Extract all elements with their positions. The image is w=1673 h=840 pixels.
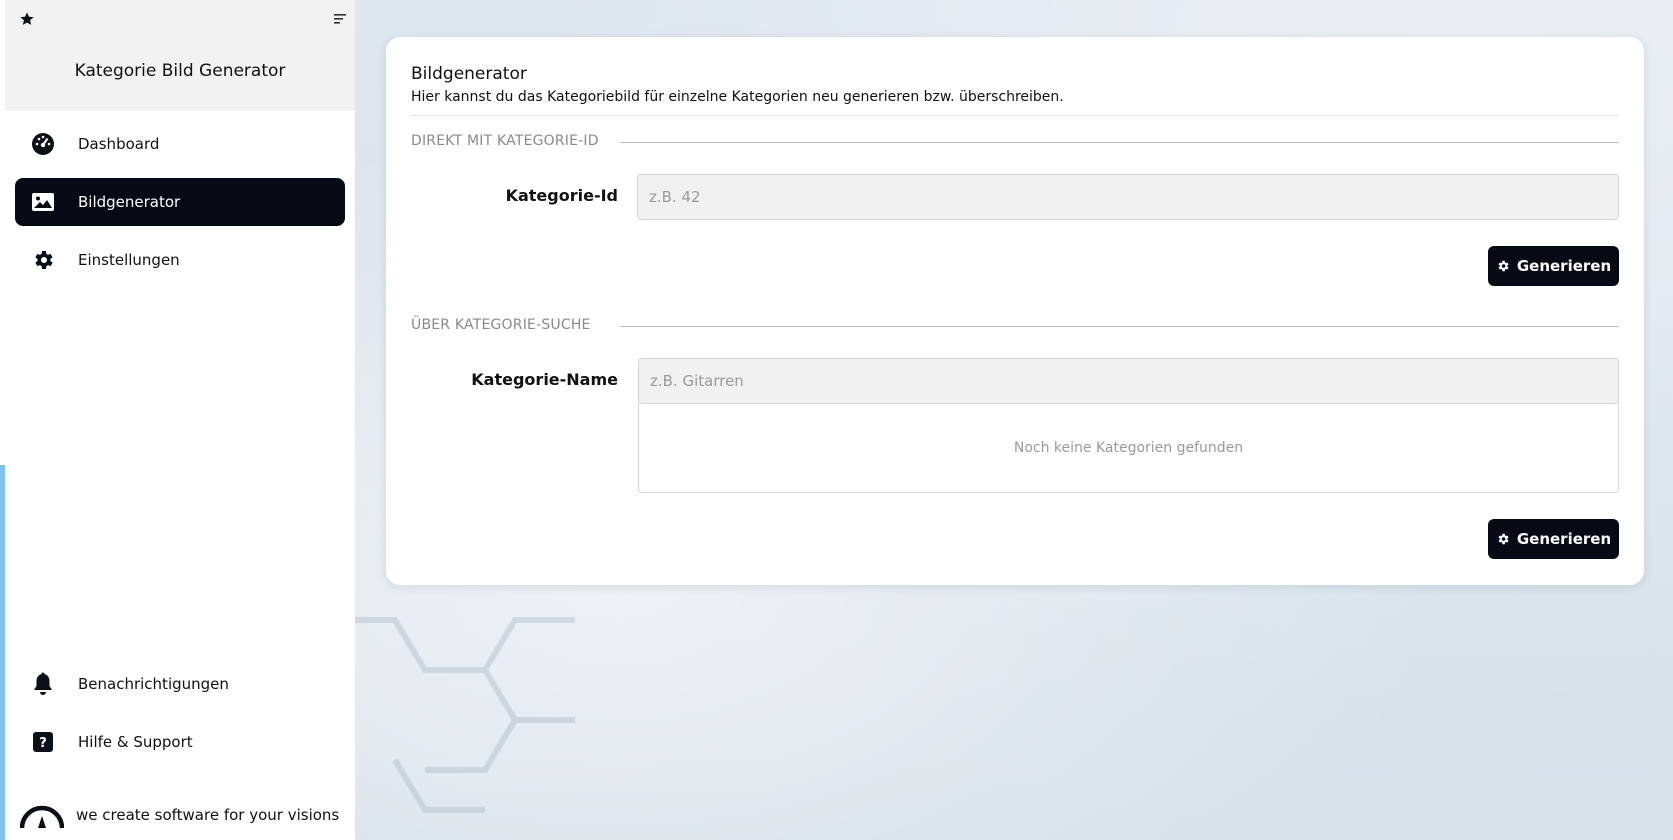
hexagon-pattern <box>355 617 575 813</box>
button-label: Generieren <box>1516 530 1612 548</box>
question-icon: ? <box>30 729 56 755</box>
sidebar-item-label: Hilfe & Support <box>78 733 193 751</box>
sidebar-item-label: Bildgenerator <box>78 193 181 211</box>
image-generator-card: Bildgenerator Hier kannst du das Kategor… <box>386 37 1644 585</box>
gear-icon <box>1498 260 1509 272</box>
section-label-id: DIREKT MIT KATEGORIE-ID <box>411 133 599 149</box>
gear-icon <box>30 247 56 273</box>
sidebar-accent-bar <box>0 465 5 840</box>
sidebar-header: Kategorie Bild Generator <box>5 0 355 111</box>
sidebar-item-label: Einstellungen <box>78 251 180 269</box>
sidebar-item-hilfe-support[interactable]: ? Hilfe & Support <box>15 718 345 766</box>
card-title: Bildgenerator <box>411 64 527 84</box>
sidebar-item-dashboard[interactable]: Dashboard <box>15 120 345 168</box>
generate-by-id-button[interactable]: Generieren <box>1488 246 1619 286</box>
search-results-list: Noch keine Kategorien gefunden <box>638 403 1619 493</box>
section-label-search: ÜBER KATEGORIE-SUCHE <box>411 317 591 333</box>
sidebar-item-bildgenerator[interactable]: Bildgenerator <box>15 178 345 226</box>
gear-icon <box>1498 533 1509 545</box>
sidebar-item-label: Benachrichtigungen <box>78 675 229 693</box>
card-description: Hier kannst du das Kategoriebild für ein… <box>411 89 1064 105</box>
empty-results-text: Noch keine Kategorien gefunden <box>1013 439 1244 456</box>
sort-menu-icon[interactable] <box>333 12 347 26</box>
sidebar: Kategorie Bild Generator Dashboard Bildg <box>0 0 355 840</box>
generate-by-search-button[interactable]: Generieren <box>1488 519 1619 559</box>
sidebar-item-benachrichtigungen[interactable]: Benachrichtigungen <box>15 660 345 708</box>
image-icon <box>30 189 56 215</box>
kategorie-name-search-input[interactable] <box>638 358 1619 404</box>
kategorie-id-input[interactable] <box>637 174 1619 220</box>
divider <box>411 115 1619 116</box>
kategorie-name-label: Kategorie-Name <box>471 370 618 389</box>
company-brand[interactable]: we create software for your visions <box>20 795 350 835</box>
sidebar-item-label: Dashboard <box>78 135 160 153</box>
app-title: Kategorie Bild Generator <box>74 61 286 81</box>
kategorie-id-label: Kategorie-Id <box>505 186 618 205</box>
dashboard-gauge-icon <box>30 131 56 157</box>
svg-text:?: ? <box>39 736 47 751</box>
section-divider <box>620 326 1619 327</box>
company-logo-icon <box>20 805 64 828</box>
brand-tagline: we create software for your visions <box>76 806 340 824</box>
sidebar-item-einstellungen[interactable]: Einstellungen <box>15 236 345 284</box>
section-divider <box>620 142 1619 143</box>
star-icon[interactable] <box>19 11 35 27</box>
bell-icon <box>30 671 56 697</box>
button-label: Generieren <box>1516 257 1612 275</box>
